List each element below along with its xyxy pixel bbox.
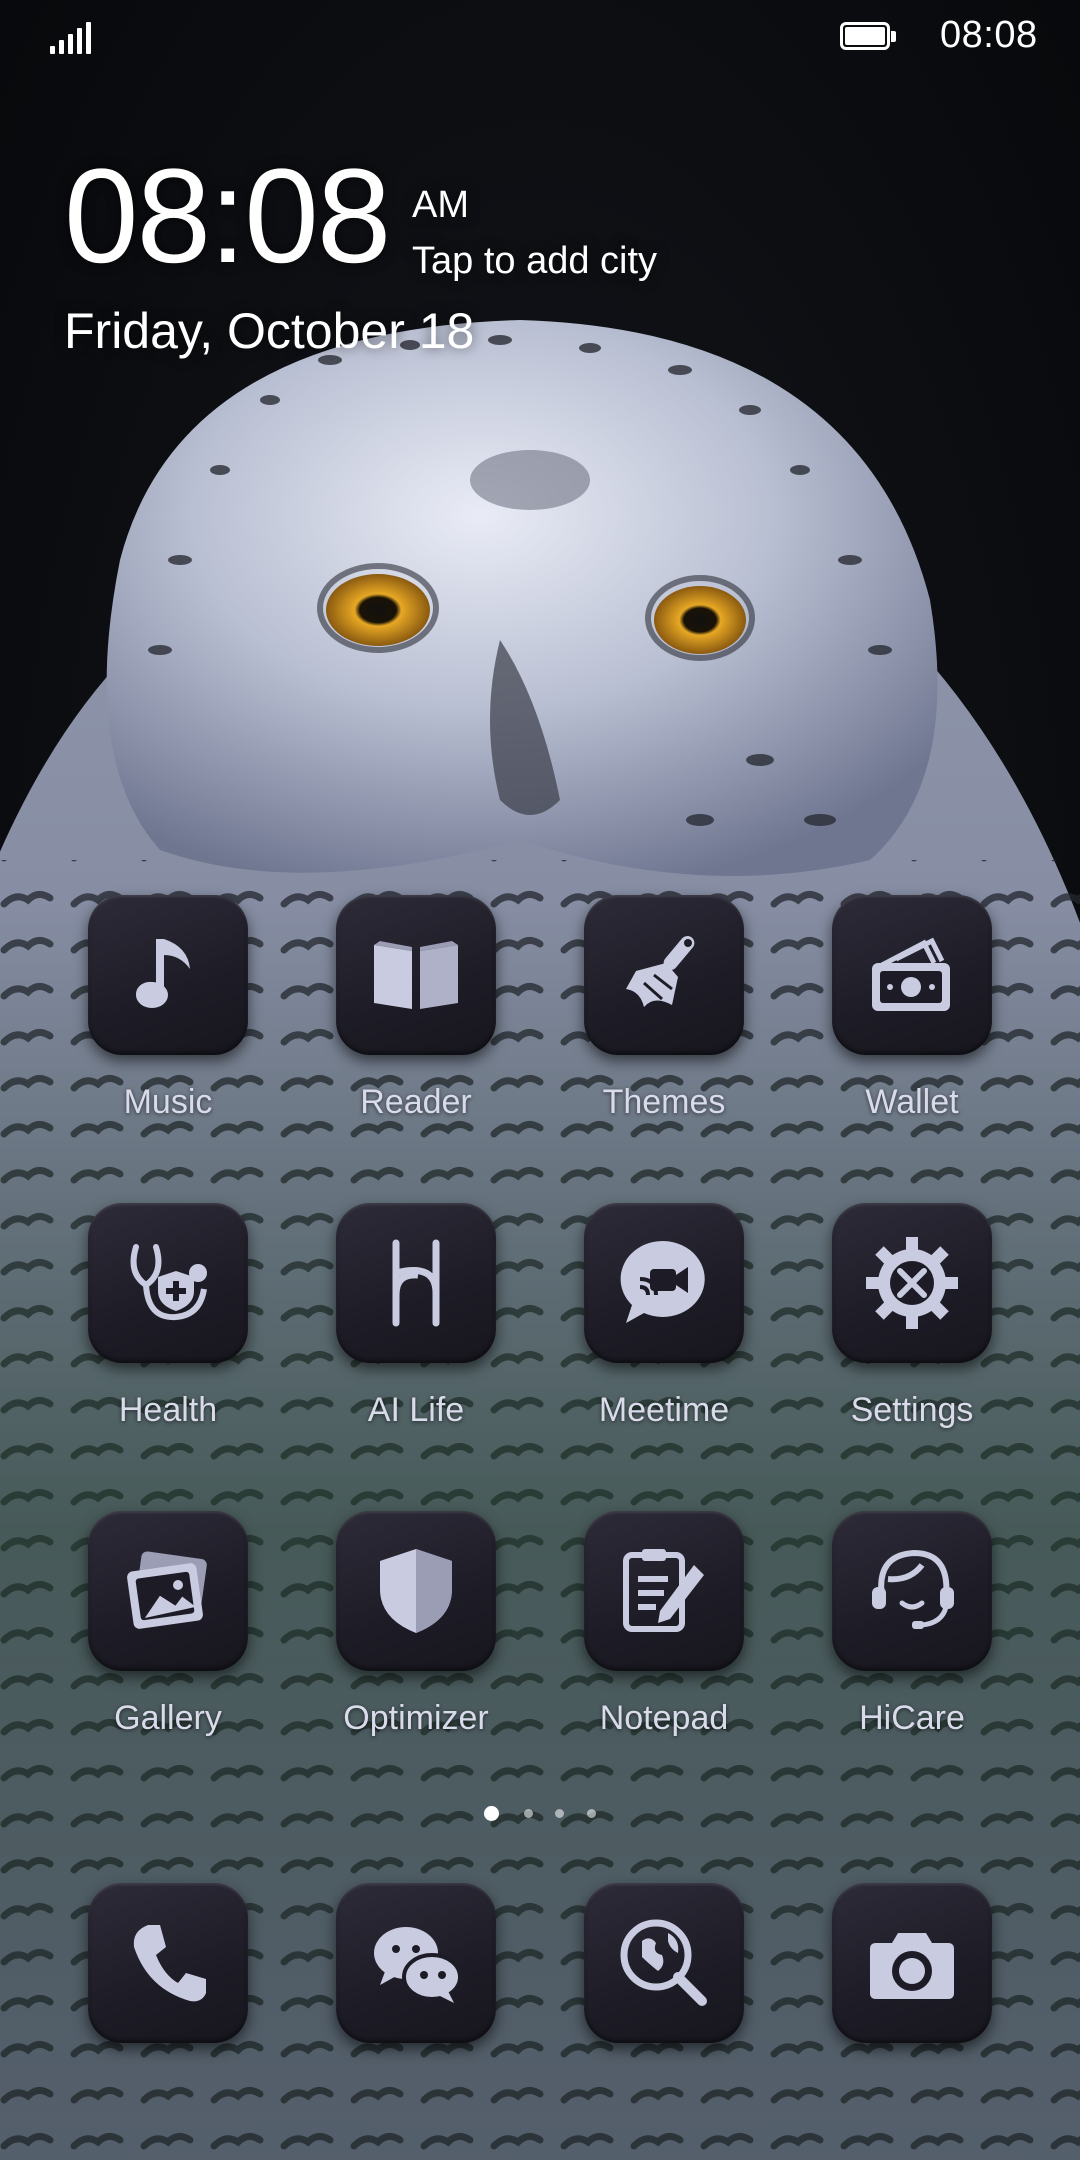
chat-bubbles-icon [336, 1883, 496, 2043]
status-bar: 08:08 [0, 0, 1080, 80]
app-health[interactable]: Health [38, 1203, 258, 1453]
dock-phone[interactable] [38, 1883, 258, 2133]
app-gallery[interactable]: Gallery [38, 1511, 258, 1761]
dock-camera[interactable] [782, 1883, 1002, 2133]
photo-stack-icon [88, 1511, 248, 1671]
app-label: Meetime [598, 1391, 730, 1429]
wallet-cash-icon [832, 895, 992, 1055]
app-music[interactable]: Music [38, 895, 258, 1145]
app-settings[interactable]: Settings [782, 1203, 1002, 1453]
shield-icon [336, 1511, 496, 1671]
app-label: Notepad [599, 1699, 729, 1737]
battery-full-icon [840, 22, 898, 52]
paint-brush-icon [584, 895, 744, 1055]
video-chat-bubble-icon [584, 1203, 744, 1363]
app-label: AI Life [367, 1391, 465, 1429]
app-notepad[interactable]: Notepad [534, 1511, 754, 1761]
dock-browser[interactable] [534, 1883, 754, 2133]
widget-date[interactable]: Friday, October 18 [64, 302, 474, 360]
app-label: Gallery [114, 1699, 222, 1737]
add-city-link[interactable]: Tap to add city [412, 240, 657, 283]
app-wallet[interactable]: Wallet [782, 895, 1002, 1145]
app-label: Wallet [865, 1083, 959, 1121]
app-optimizer[interactable]: Optimizer [286, 1511, 506, 1761]
page-dot[interactable] [524, 1809, 533, 1818]
app-label: Optimizer [343, 1699, 489, 1737]
phone-icon [88, 1883, 248, 2043]
clipboard-pencil-icon [584, 1511, 744, 1671]
dock-chat[interactable] [286, 1883, 506, 2133]
page-indicator[interactable] [0, 1805, 1080, 1825]
page-dot[interactable] [555, 1809, 564, 1818]
globe-search-icon [584, 1883, 744, 2043]
camera-icon [832, 1883, 992, 2043]
app-label: Music [123, 1083, 213, 1121]
page-dot[interactable] [587, 1809, 596, 1818]
gear-tools-icon [832, 1203, 992, 1363]
app-label: HiCare [859, 1699, 965, 1737]
app-label: Health [118, 1391, 218, 1429]
app-label: Themes [602, 1083, 726, 1121]
app-meetime[interactable]: Meetime [534, 1203, 754, 1453]
app-hicare[interactable]: HiCare [782, 1511, 1002, 1761]
music-note-icon [88, 895, 248, 1055]
page-dot-active[interactable] [484, 1806, 499, 1821]
app-label: Reader [360, 1083, 472, 1121]
status-bar-time: 08:08 [940, 14, 1038, 56]
app-label: Settings [850, 1391, 974, 1429]
widget-time[interactable]: 08:08 [64, 150, 391, 284]
ai-life-icon [336, 1203, 496, 1363]
app-reader[interactable]: Reader [286, 895, 506, 1145]
signal-bars-icon [50, 18, 94, 54]
open-book-icon [336, 895, 496, 1055]
headset-agent-icon [832, 1511, 992, 1671]
stethoscope-shield-icon [88, 1203, 248, 1363]
app-themes[interactable]: Themes [534, 895, 754, 1145]
app-ai-life[interactable]: AI Life [286, 1203, 506, 1453]
widget-am-pm: AM [412, 184, 469, 226]
